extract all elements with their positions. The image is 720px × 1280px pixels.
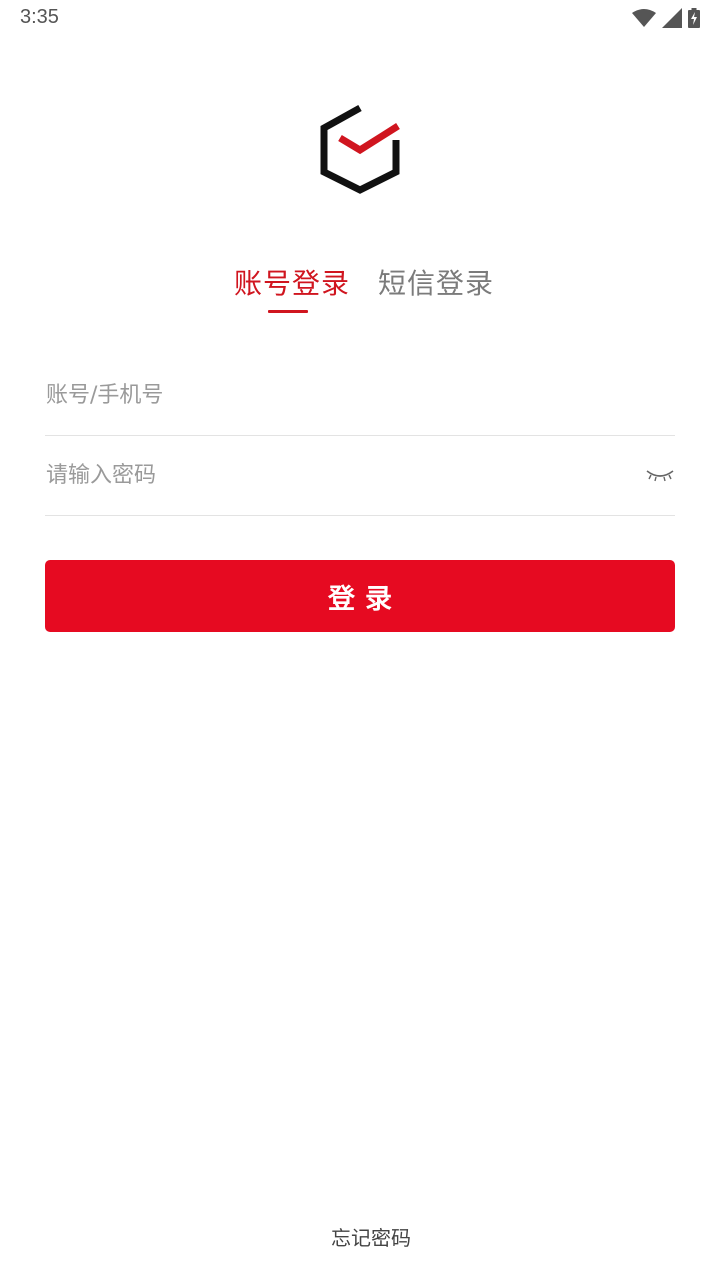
password-field bbox=[45, 436, 675, 516]
cellular-signal-icon bbox=[662, 8, 682, 28]
password-input[interactable] bbox=[45, 436, 635, 514]
battery-charging-icon bbox=[688, 8, 700, 28]
account-field bbox=[45, 356, 675, 436]
forgot-password-link[interactable]: 忘记密码 bbox=[0, 1222, 720, 1251]
login-button[interactable]: 登录 bbox=[45, 560, 675, 632]
wifi-icon bbox=[632, 9, 656, 27]
login-tabs: 账号登录 短信登录 bbox=[0, 262, 720, 322]
eye-closed-icon[interactable] bbox=[645, 466, 675, 484]
tab-sms-login[interactable]: 短信登录 bbox=[378, 262, 494, 302]
status-bar: 3:35 bbox=[0, 0, 720, 38]
hexagon-check-logo bbox=[320, 104, 400, 194]
active-tab-indicator bbox=[268, 310, 308, 313]
account-input[interactable] bbox=[45, 356, 635, 434]
status-icons bbox=[632, 7, 700, 29]
tab-account-login[interactable]: 账号登录 bbox=[234, 262, 350, 302]
status-time: 3:35 bbox=[20, 6, 59, 28]
